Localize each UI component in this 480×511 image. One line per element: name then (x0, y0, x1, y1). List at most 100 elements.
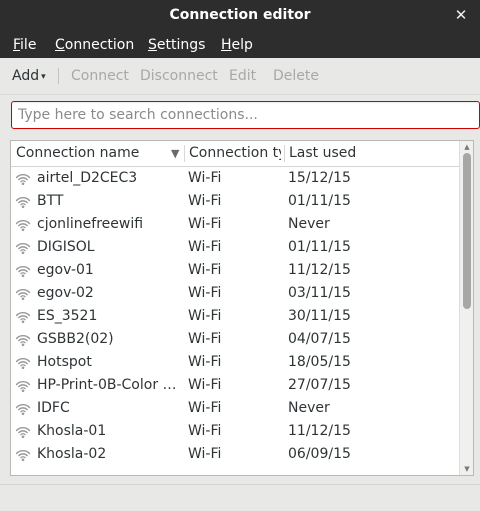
wifi-icon (15, 171, 31, 186)
scroll-up-arrow-icon[interactable]: ▲ (460, 141, 473, 153)
last-used: 15/12/15 (288, 170, 351, 186)
connection-editor-window: Connection editor ✕ File Connection Sett… (0, 0, 480, 511)
wifi-icon (15, 447, 31, 462)
wifi-icon (15, 286, 31, 301)
connection-type: Wi-Fi (188, 262, 222, 278)
column-header-last-used[interactable]: Last used (289, 141, 449, 166)
connection-type: Wi-Fi (188, 193, 222, 209)
last-used: 27/07/15 (288, 377, 351, 393)
scrollbar-thumb[interactable] (463, 153, 471, 309)
last-used: Never (288, 216, 330, 232)
connection-name: GSBB2(02) (37, 331, 114, 347)
last-used: 18/05/15 (288, 354, 351, 370)
last-used: 06/09/15 (288, 446, 351, 462)
menu-file-label: ile (20, 37, 37, 53)
edit-button[interactable]: Edit (229, 68, 256, 84)
vertical-scrollbar[interactable]: ▲ ▼ (459, 141, 473, 475)
column-header-name[interactable]: Connection name ▼ (16, 141, 181, 166)
delete-button[interactable]: Delete (273, 68, 319, 84)
wifi-icon (15, 378, 31, 393)
wifi-icon (15, 240, 31, 255)
menu-settings-label: ettings (156, 37, 206, 53)
connection-type: Wi-Fi (188, 170, 222, 186)
table-row[interactable]: Khosla-02 Wi-Fi 06/09/15 (11, 443, 459, 466)
menu-settings[interactable]: Settings (148, 36, 205, 54)
table-row[interactable]: cjonlinefreewifi Wi-Fi Never (11, 213, 459, 236)
wifi-icon (15, 309, 31, 324)
connection-type: Wi-Fi (188, 423, 222, 439)
connection-type: Wi-Fi (188, 331, 222, 347)
connection-type: Wi-Fi (188, 354, 222, 370)
table-row[interactable]: DIGISOL Wi-Fi 01/11/15 (11, 236, 459, 259)
last-used: Never (288, 400, 330, 416)
disconnect-button[interactable]: Disconnect (140, 68, 218, 84)
connection-name: HP-Print-0B-Color LaserJet (37, 377, 183, 393)
menu-connection-mnemonic: C (55, 37, 65, 53)
wifi-icon (15, 424, 31, 439)
connection-type: Wi-Fi (188, 377, 222, 393)
table-row[interactable]: Hotspot Wi-Fi 18/05/15 (11, 351, 459, 374)
connection-name: egov-02 (37, 285, 94, 301)
search-input[interactable] (11, 101, 480, 129)
menu-help[interactable]: Help (221, 36, 253, 54)
wifi-icon (15, 401, 31, 416)
connection-type: Wi-Fi (188, 285, 222, 301)
menu-connection[interactable]: Connection (55, 36, 134, 54)
connection-list: Connection name ▼ Connection type Last u… (10, 140, 474, 476)
connection-name: airtel_D2CEC3 (37, 170, 138, 186)
menu-help-mnemonic: H (221, 37, 232, 53)
connection-name: Khosla-02 (37, 446, 107, 462)
wifi-icon (15, 332, 31, 347)
table-row[interactable]: IDFC Wi-Fi Never (11, 397, 459, 420)
connection-type: Wi-Fi (188, 400, 222, 416)
connection-name: ES_3521 (37, 308, 98, 324)
connection-rows: airtel_D2CEC3 Wi-Fi 15/12/15 BTT Wi-Fi 01/11/… (11, 167, 459, 466)
table-row[interactable]: airtel_D2CEC3 Wi-Fi 15/12/15 (11, 167, 459, 190)
table-row[interactable]: ES_3521 Wi-Fi 30/11/15 (11, 305, 459, 328)
connection-name: egov-01 (37, 262, 94, 278)
connection-type: Wi-Fi (188, 308, 222, 324)
status-bar (0, 484, 480, 511)
menu-settings-mnemonic: S (148, 37, 157, 53)
menu-file-mnemonic: F (13, 37, 21, 53)
last-used: 01/11/15 (288, 193, 351, 209)
connect-button[interactable]: Connect (71, 68, 129, 84)
menu-bar: File Connection Settings Help (0, 32, 480, 58)
table-row[interactable]: egov-02 Wi-Fi 03/11/15 (11, 282, 459, 305)
table-row[interactable]: HP-Print-0B-Color LaserJet Wi-Fi 27/07/15 (11, 374, 459, 397)
connection-type: Wi-Fi (188, 446, 222, 462)
add-button[interactable]: Add ▾ (12, 68, 46, 85)
toolbar: Add ▾ Connect Disconnect Edit Delete (0, 58, 480, 95)
last-used: 01/11/15 (288, 239, 351, 255)
wifi-icon (15, 355, 31, 370)
connection-name: BTT (37, 193, 64, 209)
column-separator[interactable] (184, 145, 185, 162)
chevron-down-icon: ▾ (41, 72, 46, 82)
toolbar-separator (58, 68, 59, 84)
add-button-label: Add (12, 68, 40, 84)
menu-connection-label: onnection (64, 37, 135, 53)
column-header-type[interactable]: Connection type (189, 141, 281, 166)
connection-name: IDFC (37, 400, 70, 416)
menu-help-label: elp (231, 37, 253, 53)
connection-type: Wi-Fi (188, 216, 222, 232)
column-header-name-label: Connection name (16, 145, 140, 161)
menu-file[interactable]: File (13, 36, 36, 54)
table-row[interactable]: egov-01 Wi-Fi 11/12/15 (11, 259, 459, 282)
column-separator[interactable] (284, 145, 285, 162)
connection-name: Hotspot (37, 354, 92, 370)
close-icon[interactable]: ✕ (450, 4, 472, 26)
wifi-icon (15, 194, 31, 209)
last-used: 30/11/15 (288, 308, 351, 324)
scroll-down-arrow-icon[interactable]: ▼ (460, 463, 473, 475)
table-row[interactable]: BTT Wi-Fi 01/11/15 (11, 190, 459, 213)
table-row[interactable]: GSBB2(02) Wi-Fi 04/07/15 (11, 328, 459, 351)
sort-descending-icon: ▼ (171, 147, 180, 160)
connection-type: Wi-Fi (188, 239, 222, 255)
last-used: 03/11/15 (288, 285, 351, 301)
list-header: Connection name ▼ Connection type Last u… (11, 141, 459, 167)
wifi-icon (15, 263, 31, 278)
table-row[interactable]: Khosla-01 Wi-Fi 11/12/15 (11, 420, 459, 443)
last-used: 04/07/15 (288, 331, 351, 347)
window-title: Connection editor (169, 7, 311, 23)
